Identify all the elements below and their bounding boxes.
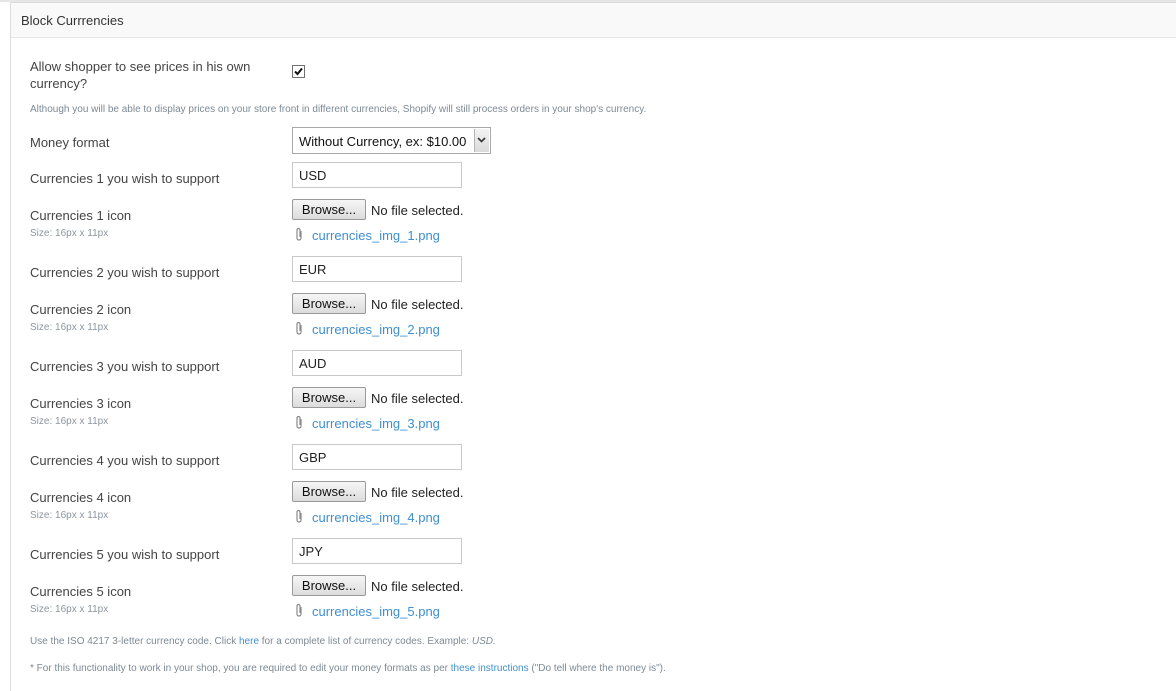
currency-2-input[interactable] — [292, 256, 462, 282]
allow-label-line2: currency? — [30, 76, 88, 91]
paperclip-icon — [296, 415, 302, 429]
currency-5-file-link[interactable]: currencies_img_5.png — [312, 604, 440, 619]
currency-4-input[interactable] — [292, 444, 462, 470]
iso-note: Use the ISO 4217 3-letter currency code.… — [30, 636, 496, 647]
currency-4-no-file: No file selected. — [371, 485, 464, 500]
money-format-label: Money format — [30, 135, 110, 150]
block-currencies-panel: Block Currrencies Allow shopper to see p… — [10, 2, 1176, 691]
requirement-note-text-2: ("Do tell where the money is"). — [528, 663, 666, 674]
currency-1-file-link[interactable]: currencies_img_1.png — [312, 228, 440, 243]
iso-note-text: Use the ISO 4217 3-letter currency code.… — [30, 636, 239, 647]
currency-2-no-file: No file selected. — [371, 297, 464, 312]
currency-5-no-file: No file selected. — [371, 579, 464, 594]
chevron-down-icon[interactable] — [474, 129, 489, 152]
currency-5-icon-label: Currencies 5 icon — [30, 584, 132, 599]
currency-1-browse-button[interactable]: Browse... — [292, 199, 366, 220]
paperclip-icon — [296, 227, 302, 241]
currency-1-no-file: No file selected. — [371, 203, 464, 218]
panel-header: Block Currrencies — [11, 3, 1176, 38]
currency-2-label: Currencies 2 you wish to support — [30, 265, 220, 280]
currency-3-file-link[interactable]: currencies_img_3.png — [312, 416, 440, 431]
currency-3-label: Currencies 3 you wish to support — [30, 359, 220, 374]
iso-here-link[interactable]: here — [239, 636, 259, 647]
currency-5-size-hint: Size: 16px x 11px — [30, 604, 109, 615]
currency-3-size-hint: Size: 16px x 11px — [30, 416, 109, 427]
iso-note-text-2: for a complete list of currency codes. E… — [259, 636, 472, 647]
iso-example: USD. — [471, 636, 496, 647]
currency-3-input[interactable] — [292, 350, 462, 376]
requirement-note-text: * For this functionality to work in your… — [30, 663, 451, 674]
instructions-link[interactable]: these instructions — [451, 663, 529, 674]
paperclip-icon — [296, 321, 302, 335]
money-format-select[interactable]: Without Currency, ex: $10.00 — [292, 127, 491, 154]
allow-checkbox[interactable] — [292, 65, 305, 78]
currency-1-size-hint: Size: 16px x 11px — [30, 228, 109, 239]
checkmark-icon — [294, 67, 303, 76]
currency-5-input[interactable] — [292, 538, 462, 564]
currency-1-icon-label: Currencies 1 icon — [30, 208, 132, 223]
currency-4-file-link[interactable]: currencies_img_4.png — [312, 510, 440, 525]
paperclip-icon — [296, 509, 302, 523]
currency-1-input[interactable] — [292, 162, 462, 188]
currency-4-size-hint: Size: 16px x 11px — [30, 510, 109, 521]
currency-5-browse-button[interactable]: Browse... — [292, 575, 366, 596]
currency-1-label: Currencies 1 you wish to support — [30, 171, 220, 186]
allow-note: Although you will be able to display pri… — [30, 104, 647, 115]
currency-4-icon-label: Currencies 4 icon — [30, 490, 132, 505]
currency-2-icon-label: Currencies 2 icon — [30, 302, 132, 317]
paperclip-icon — [296, 603, 302, 617]
currency-5-label: Currencies 5 you wish to support — [30, 547, 220, 562]
currency-3-browse-button[interactable]: Browse... — [292, 387, 366, 408]
currency-2-size-hint: Size: 16px x 11px — [30, 322, 109, 333]
allow-label: Allow shopper to see prices in his own c… — [30, 58, 250, 92]
currency-2-file-link[interactable]: currencies_img_2.png — [312, 322, 440, 337]
currency-4-label: Currencies 4 you wish to support — [30, 453, 220, 468]
panel-title: Block Currrencies — [21, 13, 124, 28]
allow-label-line1: Allow shopper to see prices in his own — [30, 59, 251, 74]
currency-3-no-file: No file selected. — [371, 391, 464, 406]
money-format-selected: Without Currency, ex: $10.00 — [299, 134, 467, 149]
currency-4-browse-button[interactable]: Browse... — [292, 481, 366, 502]
currency-3-icon-label: Currencies 3 icon — [30, 396, 132, 411]
currency-2-browse-button[interactable]: Browse... — [292, 293, 366, 314]
requirement-note: * For this functionality to work in your… — [30, 663, 666, 674]
